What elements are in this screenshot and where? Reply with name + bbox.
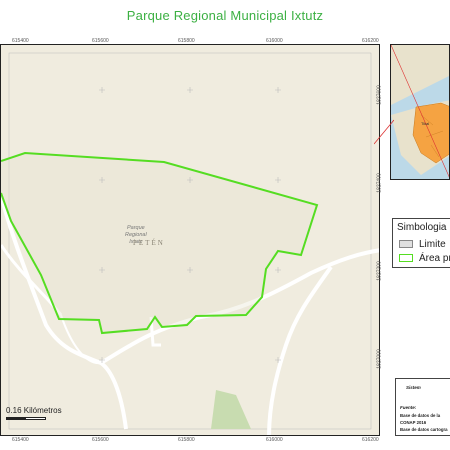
scale-label: 0.16 Kilómetros	[6, 406, 62, 415]
protected-area-swatch	[399, 254, 413, 263]
legend-title: Simbologia	[397, 222, 447, 233]
park-label-line1: Parque	[126, 225, 145, 231]
legend-item-area: Área pr	[399, 253, 450, 264]
tick-right-2: 1827400	[376, 173, 383, 193]
legend-panel: Simbologia Limite Área pr	[392, 218, 450, 268]
tick-bottom-1: 615400	[12, 437, 29, 443]
source-line-2: CONAP 2016	[400, 420, 427, 425]
tick-right-4: 1827000	[376, 349, 383, 369]
legend-label-limite: Limite	[419, 239, 446, 250]
tick-top-1: 615400	[12, 38, 29, 44]
tick-top-4: 616000	[266, 38, 283, 44]
legend-label-area: Área pr	[419, 253, 450, 264]
source-line-1: Base de datos de la	[400, 413, 441, 418]
tick-bottom-2: 615600	[92, 437, 109, 443]
tick-top-3: 615800	[178, 38, 195, 44]
basemap-canvas	[1, 45, 379, 435]
locator-inset-map[interactable]: Tikal	[390, 44, 450, 180]
tick-bottom-4: 616000	[266, 437, 283, 443]
tick-bottom-3: 615800	[178, 437, 195, 443]
main-map[interactable]: Parque Regional Ixtutz PETÉN	[0, 44, 380, 436]
park-label-line2: Regional	[125, 232, 147, 238]
tick-bottom-5: 616200	[362, 437, 379, 443]
limit-swatch	[399, 240, 413, 249]
source-line-3: Base de datos cartogra	[400, 427, 448, 432]
legend-item-limite: Limite	[399, 239, 446, 250]
map-title: Parque Regional Municipal Ixtutz	[126, 8, 324, 23]
source-heading: Fuente:	[400, 405, 417, 410]
source-system-label: Sistem	[406, 385, 421, 390]
inset-place-label: Tikal	[421, 121, 430, 126]
source-panel: Sistem Fuente: Base de datos de la CONAP…	[395, 378, 450, 436]
tick-top-2: 615600	[92, 38, 109, 44]
tick-top-5: 616200	[362, 38, 379, 44]
scale-bar	[6, 417, 46, 420]
inset-canvas	[391, 45, 449, 179]
region-label: PETÉN	[133, 239, 165, 247]
tick-right-1: 1827600	[376, 85, 383, 105]
inset-connector	[374, 119, 394, 145]
tick-right-3: 1827200	[376, 261, 383, 281]
